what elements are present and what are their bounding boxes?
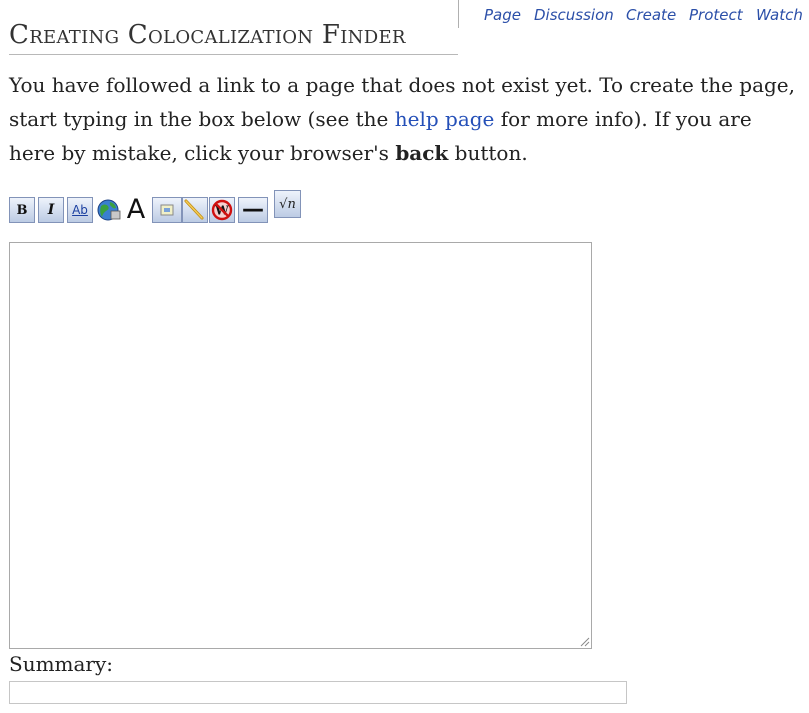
math-formula-icon: √n — [279, 196, 296, 212]
globe-icon — [97, 199, 121, 221]
headline-icon: A — [126, 194, 146, 225]
back-word: back — [395, 141, 449, 165]
file-link-button[interactable] — [182, 197, 208, 223]
tab-protect[interactable]: Protect — [689, 6, 743, 24]
tab-watch[interactable]: Watch — [756, 6, 803, 24]
italic-button[interactable]: I — [38, 197, 64, 223]
resize-grip-icon[interactable] — [578, 635, 590, 647]
tab-create[interactable]: Create — [626, 6, 676, 24]
help-page-link[interactable]: help page — [395, 107, 495, 131]
horizontal-line-icon: — — [242, 197, 264, 222]
page-actions-tabs: Page Discussion Create Protect Watch — [458, 0, 809, 28]
intro-text-3: button. — [448, 141, 528, 165]
intro-paragraph: You have followed a link to a page that … — [9, 68, 799, 170]
bold-icon: B — [16, 202, 28, 218]
summary-input[interactable] — [9, 681, 627, 704]
internal-link-icon: Ab — [72, 203, 88, 217]
image-icon — [160, 204, 174, 216]
nowiki-button[interactable]: W — [209, 197, 235, 223]
italic-icon: I — [47, 202, 55, 218]
embedded-file-button[interactable] — [152, 197, 182, 223]
page-title: Creating Colocalization Finder — [9, 20, 406, 50]
external-link-button[interactable] — [96, 197, 122, 223]
horizontal-line-button[interactable]: — — [238, 197, 268, 223]
tab-discussion[interactable]: Discussion — [534, 6, 614, 24]
edit-toolbar: B I Ab A W — — [9, 190, 309, 226]
summary-label: Summary: — [9, 652, 114, 676]
media-icon — [184, 199, 204, 220]
internal-link-button[interactable]: Ab — [67, 197, 93, 223]
edit-textarea[interactable] — [9, 242, 592, 649]
nowiki-icon: W — [211, 199, 233, 221]
tab-page[interactable]: Page — [484, 6, 521, 24]
math-formula-button[interactable]: √n — [274, 190, 301, 218]
page-title-container: Creating Colocalization Finder — [9, 18, 458, 55]
headline-button[interactable]: A — [123, 194, 149, 225]
bold-button[interactable]: B — [9, 197, 35, 223]
